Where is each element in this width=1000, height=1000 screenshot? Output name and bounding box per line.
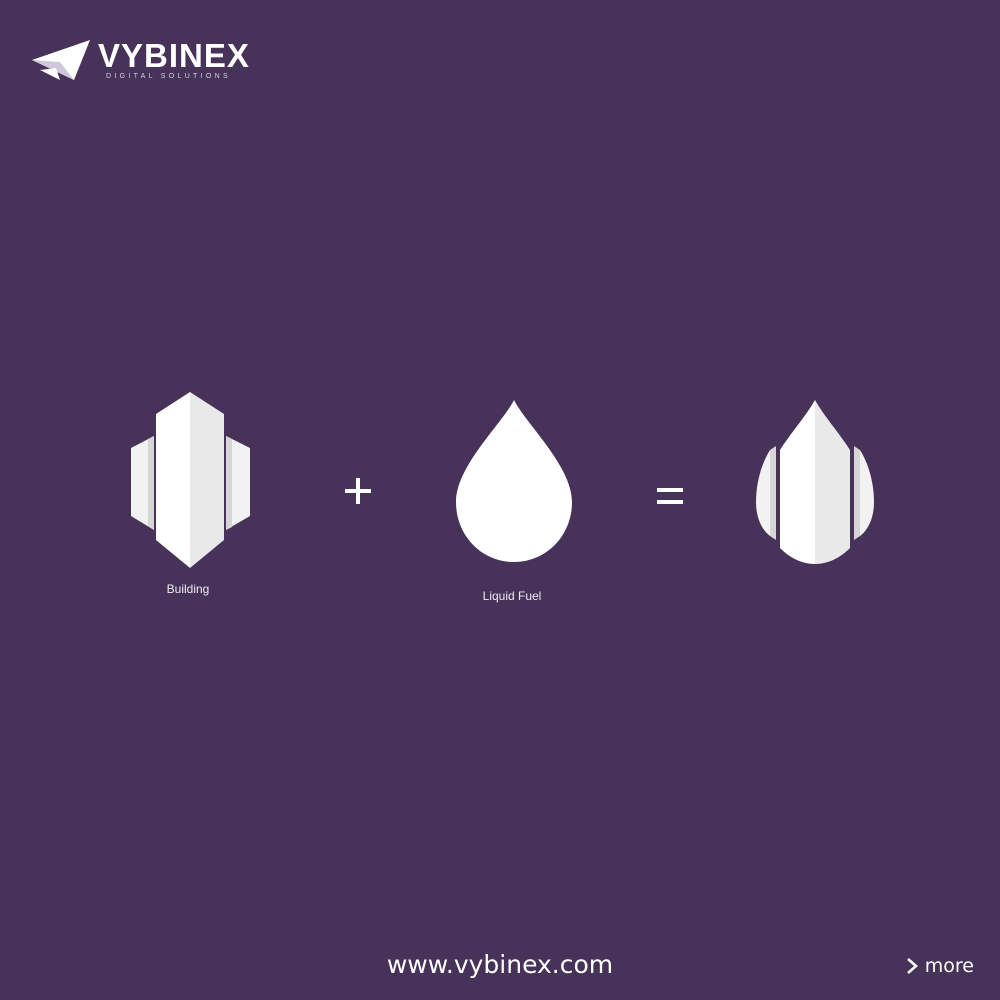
equals-icon [657, 488, 683, 504]
liquid-fuel-caption: Liquid Fuel [482, 589, 542, 603]
building-caption: Building [166, 582, 210, 596]
website-url[interactable]: www.vybinex.com [300, 948, 700, 982]
building-drop-logo-icon [756, 400, 874, 564]
paper-plane-icon [32, 40, 90, 80]
brand-name: VYBINEX [98, 37, 250, 74]
more-button[interactable]: more [905, 952, 974, 980]
more-label: more [924, 955, 974, 977]
plus-icon [345, 478, 371, 504]
building-icon [131, 392, 250, 568]
drop-icon [456, 400, 572, 562]
chevron-right-icon [906, 958, 918, 974]
brand-logo: VYBINEX DIGITAL SOLUTIONS [30, 38, 260, 88]
brand-tagline: DIGITAL SOLUTIONS [106, 73, 231, 80]
